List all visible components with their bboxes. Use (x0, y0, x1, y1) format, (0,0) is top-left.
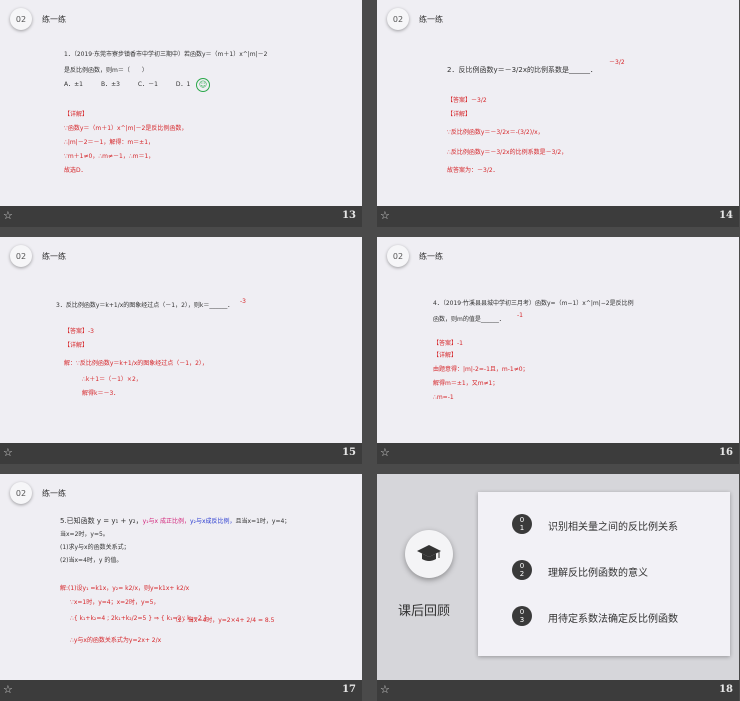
question-line: 2．反比例函数y＝－3/2x的比例系数是______． (447, 66, 598, 74)
slide-footer: ☆ 18 (377, 680, 739, 701)
answer-line: ∴反比例函数y＝－3/2x的比例系数是－3/2， (447, 149, 568, 156)
question-line: 4．（2019·竹溪县县城中学初三月考）函数y=（m−1）x^|m|−2是反比例 (433, 300, 634, 307)
slide-13[interactable]: 02 练一练 1．（2019·东莞市寮步镇香市中学初三期中）若函数y＝（m＋1）… (0, 0, 362, 227)
star-icon[interactable]: ☆ (3, 684, 13, 696)
section-number-badge: 02 (387, 8, 409, 30)
answer-line: 【答案】-1 (433, 340, 463, 347)
answer-line: 解得k＝－3． (82, 390, 120, 397)
slide-face: 02 练一练 5.已知函数 y = y₁ + y₂，y₁与x 成正比例，y₂与x… (0, 474, 362, 680)
page-number: 15 (342, 447, 356, 458)
question-line: 当x=2时，y=5。 (60, 531, 109, 538)
star-icon[interactable]: ☆ (380, 210, 390, 222)
slide-footer: ☆ 16 (377, 443, 739, 464)
slide-footer: ☆ 15 (0, 443, 362, 464)
solution-line: 解:(1)设y₁ =k1x，y₂= k2/x，则y=k1x+ k2/x (60, 585, 190, 592)
answer-line: ∵反比例函数y＝－3/2x＝-(3/2)/x， (447, 129, 544, 136)
question-line: 是反比例函数，则m＝（ ） (64, 67, 148, 74)
answer-line: ∴|m|－2＝－1，解得：m＝±1， (64, 139, 155, 146)
slide-footer: ☆ 17 (0, 680, 362, 701)
answer-line: 【详解】 (433, 352, 458, 359)
section-number-badge: 02 (10, 245, 32, 267)
section-title: 练一练 (42, 252, 66, 261)
blank-answer: -3 (240, 298, 246, 305)
slide-face: 02 练一练 3．反比例函数y＝k+1/x的图象经过点（－1，2），则k＝___… (0, 237, 362, 443)
review-title: 课后回顾 (398, 604, 451, 619)
answer-line: ∴k＋1＝（－1）×2， (82, 376, 142, 383)
answer-title: 【详解】 (64, 111, 89, 118)
answer-line: 【详解】 (64, 342, 89, 349)
page-number: 14 (719, 210, 733, 221)
section-number-badge: 02 (387, 245, 409, 267)
answer-line: 故答案为：－3/2． (447, 167, 499, 174)
star-icon[interactable]: ☆ (380, 684, 390, 696)
question-line: 3．反比例函数y＝k+1/x的图象经过点（－1，2），则k＝______． (56, 302, 234, 309)
number-digit: 3 (519, 616, 525, 624)
graduation-cap-icon (405, 530, 453, 578)
slide-14[interactable]: 02 练一练 2．反比例函数y＝－3/2x的比例系数是______． －3/2 … (377, 0, 739, 227)
answer-line: 【答案】－3/2 (447, 97, 487, 104)
answer-line: 解：∵反比例函数y＝k+1/x的图象经过点（－1，2）， (64, 360, 208, 367)
question-line: 函数，则m的值是______． (433, 316, 505, 323)
options-line: A．±1 B．±3 C．－1 D．1 (64, 81, 191, 88)
number-digit: 0 (519, 608, 525, 616)
number-digit: 2 (519, 570, 525, 578)
section-title: 练一练 (42, 15, 66, 24)
section-number-badge: 02 (10, 8, 32, 30)
slide-face: 02 练一练 2．反比例函数y＝－3/2x的比例系数是______． －3/2 … (377, 0, 739, 206)
section-title: 练一练 (419, 252, 443, 261)
solution-line: （2）当x=4时，y=2×4+ 2/4 = 8.5 (172, 617, 275, 624)
number-digit: 0 (519, 562, 525, 570)
page-number: 13 (342, 210, 356, 221)
slide-footer: ☆ 13 (0, 206, 362, 227)
page-number: 16 (719, 447, 733, 458)
answer-line: 由题意得：|m|-2=-1且，m-1≠0； (433, 366, 529, 373)
review-item-number: 0 2 (512, 560, 532, 580)
section-title: 练一练 (419, 15, 443, 24)
review-item-text: 识别相关量之间的反比例关系 (548, 522, 678, 533)
solution-line: ∵x=1时，y=4；x=2时，y=5， (70, 599, 160, 606)
slide-17[interactable]: 02 练一练 5.已知函数 y = y₁ + y₂，y₁与x 成正比例，y₂与x… (0, 474, 362, 701)
page-number: 18 (719, 684, 733, 695)
star-icon[interactable]: ☆ (3, 447, 13, 459)
question-line: 5.已知函数 y = y₁ + y₂，y₁与x 成正比例，y₂与x成反比例，且当… (60, 517, 290, 526)
slide-footer: ☆ 14 (377, 206, 739, 227)
slide-15[interactable]: 02 练一练 3．反比例函数y＝k+1/x的图象经过点（－1，2），则k＝___… (0, 237, 362, 464)
solution-line: ∴y与x的函数关系式为y=2x+ 2/x (70, 637, 162, 644)
review-panel: 0 1 识别相关量之间的反比例关系 0 2 理解反比例函数的意义 0 3 用待定… (478, 492, 730, 656)
star-icon[interactable]: ☆ (3, 210, 13, 222)
number-digit: 1 (519, 524, 525, 532)
blank-answer: -1 (517, 312, 523, 319)
slide-face: 02 练一练 1．（2019·东莞市寮步镇香市中学初三期中）若函数y＝（m＋1）… (0, 0, 362, 206)
slide-face: 02 练一练 4．（2019·竹溪县县城中学初三月考）函数y=（m−1）x^|m… (377, 237, 739, 443)
graduation-cap-glyph (417, 545, 441, 561)
review-item-number: 0 3 (512, 606, 532, 626)
page-number: 17 (342, 684, 356, 695)
question-part: 且当x=1时，y=4； (235, 518, 291, 525)
section-title: 练一练 (42, 489, 66, 498)
slide-16[interactable]: 02 练一练 4．（2019·竹溪县县城中学初三月考）函数y=（m−1）x^|m… (377, 237, 739, 464)
question-highlight: y₂与x成反比例， (190, 518, 236, 525)
question-line: (2)当x=4时，y 的值。 (60, 557, 123, 564)
answer-line: ∵函数y＝（m＋1）x^|m|－2是反比例函数， (64, 125, 188, 132)
answer-line: 解得m＝±1，又m≠1； (433, 380, 499, 387)
star-icon[interactable]: ☆ (380, 447, 390, 459)
smiley-icon: ☺ (196, 78, 210, 92)
question-line: 1．（2019·东莞市寮步镇香市中学初三期中）若函数y＝（m＋1）x^|m|－2 (64, 51, 268, 58)
blank-answer: －3/2 (609, 59, 625, 66)
answer-line: ∴m=-1 (433, 394, 454, 401)
answer-line: 【答案】-3 (64, 328, 94, 335)
question-line: (1)求y与x的函数关系式； (60, 544, 130, 551)
review-item-text: 用待定系数法确定反比例函数 (548, 614, 678, 625)
review-item-number: 0 1 (512, 514, 532, 534)
question-part: 5.已知函数 y = y₁ + y₂， (60, 517, 143, 525)
answer-line: ∵m＋1≠0，∴m≠－1，∴m＝1， (64, 153, 155, 160)
answer-line: 【详解】 (447, 111, 472, 118)
review-item-text: 理解反比例函数的意义 (548, 568, 648, 579)
number-digit: 0 (519, 516, 525, 524)
answer-line: 故选D． (64, 167, 87, 174)
section-number-badge: 02 (10, 482, 32, 504)
question-highlight: y₁与x 成正比例， (142, 518, 190, 525)
